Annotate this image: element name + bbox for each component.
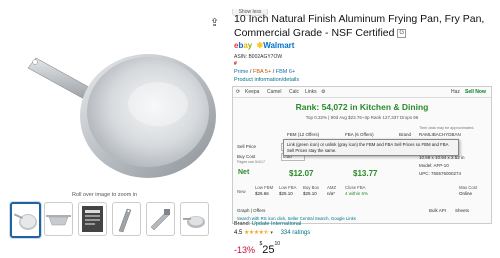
show-less-toggle[interactable]: Show less [0,0,500,16]
col-close-fba-value: 4 within 5% [345,191,369,196]
sell-now-link[interactable]: Sell Now [465,87,486,97]
bulk-api-link[interactable]: Bulk API [429,208,446,213]
brand-line: Brand: Update International [234,221,301,227]
col-amz-value: n/a* [327,191,336,196]
thumbnail-nsf-info-image [82,206,103,232]
col-amz-header: AMZ [327,185,337,190]
rank-summary: Top 0.32% | 90d Avg $23.76~3p Rank 127,3… [305,115,419,120]
upc-number: UPC: 755576000274 [419,171,462,176]
price-currency: $ [259,241,263,247]
thumbnail-pan-side-image [46,215,71,226]
link-prices-tooltip: Link (green icon) or unlink (gray icon) … [283,139,459,156]
rating-line: 4.5 ★★★★⯪ ▾ 334 ratings [234,228,310,238]
marketplace-links: ebay ✱Walmart [234,41,294,50]
col-low-fbm-value: $26.66 [255,191,269,196]
thumbnail-2[interactable] [44,202,73,236]
prime-label: Prime [234,69,249,75]
col-low-fba-header: Low FBA [279,185,297,190]
links-link[interactable]: Links [305,87,317,97]
offer-summary: Prime / FBA 5+ / FBM 6+ [234,69,296,75]
product-title-text: 10 Inch Natural Finish Aluminum Frying P… [234,13,485,39]
price-whole: 25 [262,244,275,256]
zoom-hint: Roll over image to zoom in [72,192,138,198]
thumbnail-4[interactable] [112,202,141,236]
ebay-link[interactable]: ebay [234,41,252,50]
pages-note: Pages use 5/4/17 [237,160,265,164]
camel-link[interactable]: Camel [267,87,281,97]
thumbnail-3[interactable] [78,202,107,236]
max-cost-value: Online [459,191,473,196]
brand-label: Brand [399,132,412,137]
google-search-icon[interactable]: G [397,28,407,38]
seller-tool-panel: ⟳ Keepa Camel Calc Links ⚙ Haz Sell Now … [232,86,492,224]
keepa-link[interactable]: Keepa [245,87,259,97]
thumbnail-handle-image [118,208,132,233]
thumbnail-1[interactable] [10,202,41,238]
chevron-down-icon[interactable]: ▾ [270,230,273,236]
brand-value: RAMLIBACHYDBAN [419,132,461,137]
discount-percent: -13% [234,245,256,255]
col-buy-box-header: Buy Box [303,185,320,190]
thumbnail-pan-angle-image [183,216,205,228]
fbm-count[interactable]: FBM 6+ [276,69,295,75]
net-label: Net [238,169,250,176]
price-line: -13% $2510 [234,240,280,258]
net-fbm-value: $12.07 [289,169,314,178]
net-fba-value: $13.77 [353,169,378,178]
sell-price-label: Sell Price [237,144,257,149]
sales-rank: Rank: 54,072 in Kitchen & Dining [295,102,429,112]
main-product-image[interactable] [8,8,220,183]
col-close-fba-header: Close FBA [345,185,366,190]
max-cost-label: Max Cost [459,185,478,190]
col-low-fba-value: $25.10 [279,191,293,196]
product-info-link[interactable]: Product information/details [234,77,299,83]
col-low-fbm-header: Low FBM [255,185,274,190]
col-new-header: New [237,189,246,194]
rating-value: 4.5 [234,230,243,236]
ratings-count-link[interactable]: 334 ratings [281,230,311,236]
graph-offers-links[interactable]: Graph | Offers [237,208,265,213]
brand-line-label: Brand: [234,221,252,227]
thumbnail-handle-closeup-image [150,209,171,231]
settings-gear-icon[interactable]: ⚙ [321,87,325,97]
panel-toolbar: ⟳ Keepa Camel Calc Links ⚙ Haz Sell Now [233,87,491,98]
calc-link[interactable]: Calc [289,87,299,97]
fba-count[interactable]: FBA 5+ [253,69,271,75]
model-number: Model: AFP-10 [419,163,449,168]
col-buy-box-value: $25.10 [303,191,317,196]
walmart-link[interactable]: ✱Walmart [256,41,294,50]
product-title: 10 Inch Natural Finish Aluminum Frying P… [234,12,494,40]
hash-marker: # [234,61,237,67]
asin-text: ASIN: B002AGY7OW [234,54,283,60]
thumbnail-5[interactable] [146,202,175,236]
fba-header: FBA (6 Offers) [345,132,374,137]
sheets-link[interactable]: Sheets [455,208,469,213]
star-rating-icon[interactable]: ★★★★⯪ [244,230,269,236]
brand-store-link[interactable]: Update International [252,221,302,227]
fbm-header: FBM (12 Offers) [287,132,320,137]
share-icon[interactable]: ⇪ [210,16,219,29]
walmart-label: Walmart [263,41,295,50]
price-fraction: 10 [274,241,281,247]
thumbnail-6[interactable] [180,202,209,236]
refresh-icon[interactable]: ⟳ [236,87,240,97]
thumbnail-pan-image [13,213,37,230]
haz-label[interactable]: Haz [451,87,460,97]
buy-cost-label: Buy Cost [237,154,256,159]
date-note: Time data may be approximated. [419,126,475,130]
